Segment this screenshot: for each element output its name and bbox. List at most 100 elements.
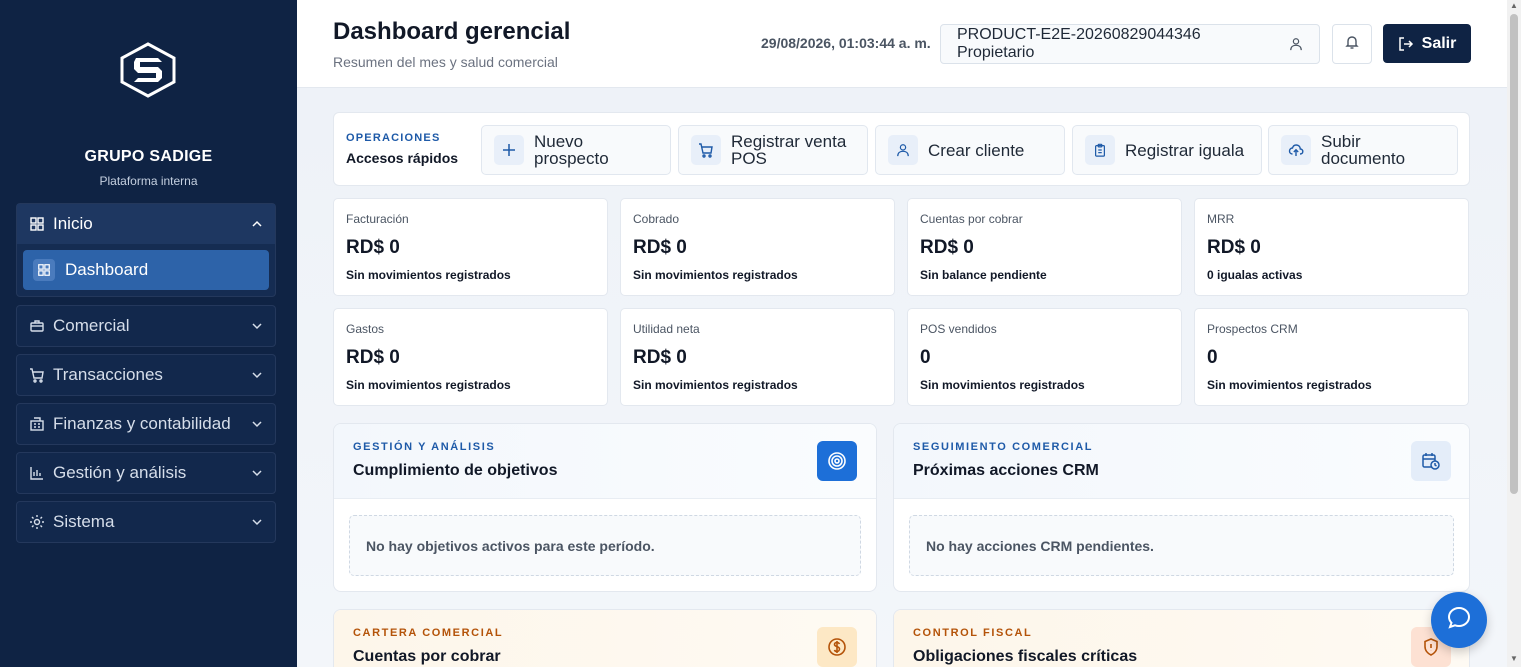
top-header: Dashboard gerencial Resumen del mes y sa… bbox=[297, 0, 1507, 88]
upload-document-label: Subir documento bbox=[1321, 132, 1406, 168]
accounts-receivable-panel: CARTERA COMERCIAL Cuentas por cobrar bbox=[333, 609, 877, 667]
main-content: OPERACIONES Accesos rápidos Nuevo prospe… bbox=[297, 88, 1507, 667]
page-subtitle: Resumen del mes y salud comercial bbox=[333, 54, 558, 70]
nav-sistema-toggle[interactable]: Sistema bbox=[17, 502, 275, 542]
panel-kicker: CARTERA COMERCIAL bbox=[353, 627, 504, 639]
chevron-down-icon bbox=[251, 467, 263, 479]
kpi-note: Sin movimientos registrados bbox=[1207, 378, 1372, 392]
chevron-down-icon bbox=[251, 418, 263, 430]
new-prospect-button[interactable]: Nuevo prospecto bbox=[481, 125, 671, 175]
nav-comercial-toggle[interactable]: Comercial bbox=[17, 306, 275, 346]
objectives-panel: GESTIÓN Y ANÁLISIS Cumplimiento de objet… bbox=[333, 423, 877, 592]
brand-subtitle: Plataforma interna bbox=[99, 174, 198, 188]
panel-title: Obligaciones fiscales críticas bbox=[913, 648, 1138, 665]
cloud-upload-icon bbox=[1281, 135, 1311, 165]
kpi-value: 0 bbox=[1207, 347, 1218, 368]
logout-icon bbox=[1398, 36, 1414, 52]
upload-document-button[interactable]: Subir documento bbox=[1268, 125, 1458, 175]
quick-actions-card: OPERACIONES Accesos rápidos Nuevo prospe… bbox=[333, 112, 1470, 186]
kpi-card-gastos: Gastos RD$ 0 Sin movimientos registrados bbox=[333, 308, 608, 406]
bar-chart-icon bbox=[29, 465, 45, 481]
kpi-note: Sin balance pendiente bbox=[920, 268, 1047, 282]
chevron-up-icon bbox=[251, 218, 263, 230]
panel-title: Próximas acciones CRM bbox=[913, 462, 1099, 479]
brand-name: GRUPO SADIGE bbox=[84, 148, 213, 165]
kpi-card-prospectos-crm: Prospectos CRM 0 Sin movimientos registr… bbox=[1194, 308, 1469, 406]
chevron-down-icon bbox=[251, 320, 263, 332]
nav-finanzas-label: Finanzas y contabilidad bbox=[53, 414, 231, 433]
kpi-card-pos-vendidos: POS vendidos 0 Sin movimientos registrad… bbox=[907, 308, 1182, 406]
sidebar: GRUPO SADIGE Plataforma interna Inicio D… bbox=[0, 0, 297, 667]
logout-label: Salir bbox=[1421, 34, 1457, 52]
nav-group-inicio: Inicio Dashboard bbox=[16, 203, 276, 297]
kpi-label: Cuentas por cobrar bbox=[920, 212, 1023, 226]
cart-icon bbox=[29, 367, 45, 383]
nav-group-transacciones: Transacciones bbox=[16, 354, 276, 396]
kpi-note: 0 igualas activas bbox=[1207, 268, 1303, 282]
kpi-note: Sin movimientos registrados bbox=[346, 268, 511, 282]
register-iguala-label: Registrar iguala bbox=[1125, 140, 1245, 160]
nav-transacciones-label: Transacciones bbox=[53, 365, 163, 384]
brand-logo[interactable] bbox=[118, 42, 178, 98]
kpi-value: RD$ 0 bbox=[920, 237, 974, 258]
bell-icon bbox=[1344, 34, 1360, 55]
chevron-down-icon bbox=[251, 369, 263, 381]
nav-dashboard[interactable]: Dashboard bbox=[23, 250, 269, 290]
building-icon bbox=[29, 416, 45, 432]
kpi-label: Prospectos CRM bbox=[1207, 322, 1298, 336]
chat-bubble-icon bbox=[1446, 605, 1472, 636]
create-client-label: Crear cliente bbox=[928, 140, 1025, 160]
page-title: Dashboard gerencial bbox=[333, 18, 571, 45]
kpi-label: POS vendidos bbox=[920, 322, 997, 336]
chevron-down-icon bbox=[251, 516, 263, 528]
scroll-thumb[interactable] bbox=[1510, 14, 1518, 494]
register-iguala-button[interactable]: Registrar iguala bbox=[1072, 125, 1262, 175]
kpi-label: Gastos bbox=[346, 322, 385, 336]
user-menu-button[interactable]: PRODUCT-E2E-20260829044346 Propietario bbox=[940, 24, 1320, 64]
kpi-note: Sin movimientos registrados bbox=[346, 378, 511, 392]
kpi-value: RD$ 0 bbox=[633, 347, 687, 368]
clipboard-icon bbox=[1085, 135, 1115, 165]
chat-button[interactable] bbox=[1431, 592, 1487, 648]
logout-button[interactable]: Salir bbox=[1383, 24, 1471, 63]
quick-actions-kicker: OPERACIONES bbox=[346, 132, 441, 144]
nav-transacciones-toggle[interactable]: Transacciones bbox=[17, 355, 275, 395]
kpi-note: Sin movimientos registrados bbox=[633, 268, 798, 282]
panel-kicker: GESTIÓN Y ANÁLISIS bbox=[353, 441, 496, 453]
nav-gestion-label: Gestión y análisis bbox=[53, 463, 187, 482]
nav-finanzas-toggle[interactable]: Finanzas y contabilidad bbox=[17, 404, 275, 444]
kpi-card-utilidad-neta: Utilidad neta RD$ 0 Sin movimientos regi… bbox=[620, 308, 895, 406]
crm-empty-state: No hay acciones CRM pendientes. bbox=[909, 515, 1454, 576]
plus-icon bbox=[494, 135, 524, 165]
scroll-up-arrow-icon[interactable]: ▲ bbox=[1510, 2, 1518, 10]
nav-inicio-toggle[interactable]: Inicio bbox=[17, 204, 275, 244]
kpi-label: Cobrado bbox=[633, 212, 680, 226]
kpi-note: Sin movimientos registrados bbox=[633, 378, 798, 392]
dollar-circle-icon bbox=[817, 627, 857, 667]
kpi-value: RD$ 0 bbox=[633, 237, 687, 258]
new-prospect-label: Nuevo prospecto bbox=[534, 132, 609, 168]
nav-gestion-toggle[interactable]: Gestión y análisis bbox=[17, 453, 275, 493]
user-icon bbox=[1289, 37, 1303, 51]
gear-icon bbox=[29, 514, 45, 530]
kpi-card-cuentas-por-cobrar: Cuentas por cobrar RD$ 0 Sin balance pen… bbox=[907, 198, 1182, 296]
nav-group-comercial: Comercial bbox=[16, 305, 276, 347]
kpi-value: RD$ 0 bbox=[1207, 237, 1261, 258]
grid-icon bbox=[29, 216, 45, 232]
cart-icon bbox=[691, 135, 721, 165]
kpi-label: Facturación bbox=[346, 212, 409, 226]
register-pos-sale-label: Registrar venta POS bbox=[731, 132, 847, 168]
register-pos-sale-button[interactable]: Registrar venta POS bbox=[678, 125, 868, 175]
scroll-down-arrow-icon[interactable]: ▼ bbox=[1510, 655, 1518, 663]
nav-inicio-label: Inicio bbox=[53, 214, 93, 233]
panel-kicker: CONTROL FISCAL bbox=[913, 627, 1033, 639]
briefcase-icon bbox=[29, 318, 45, 334]
kpi-card-mrr: MRR RD$ 0 0 igualas activas bbox=[1194, 198, 1469, 296]
target-icon bbox=[817, 441, 857, 481]
notifications-button[interactable] bbox=[1332, 24, 1372, 64]
create-client-button[interactable]: Crear cliente bbox=[875, 125, 1065, 175]
kpi-card-cobrado: Cobrado RD$ 0 Sin movimientos registrado… bbox=[620, 198, 895, 296]
page-scrollbar[interactable]: ▲ ▼ bbox=[1507, 0, 1521, 667]
kpi-note: Sin movimientos registrados bbox=[920, 378, 1085, 392]
user-name: PRODUCT-E2E-20260829044346 Propietario bbox=[957, 26, 1201, 61]
